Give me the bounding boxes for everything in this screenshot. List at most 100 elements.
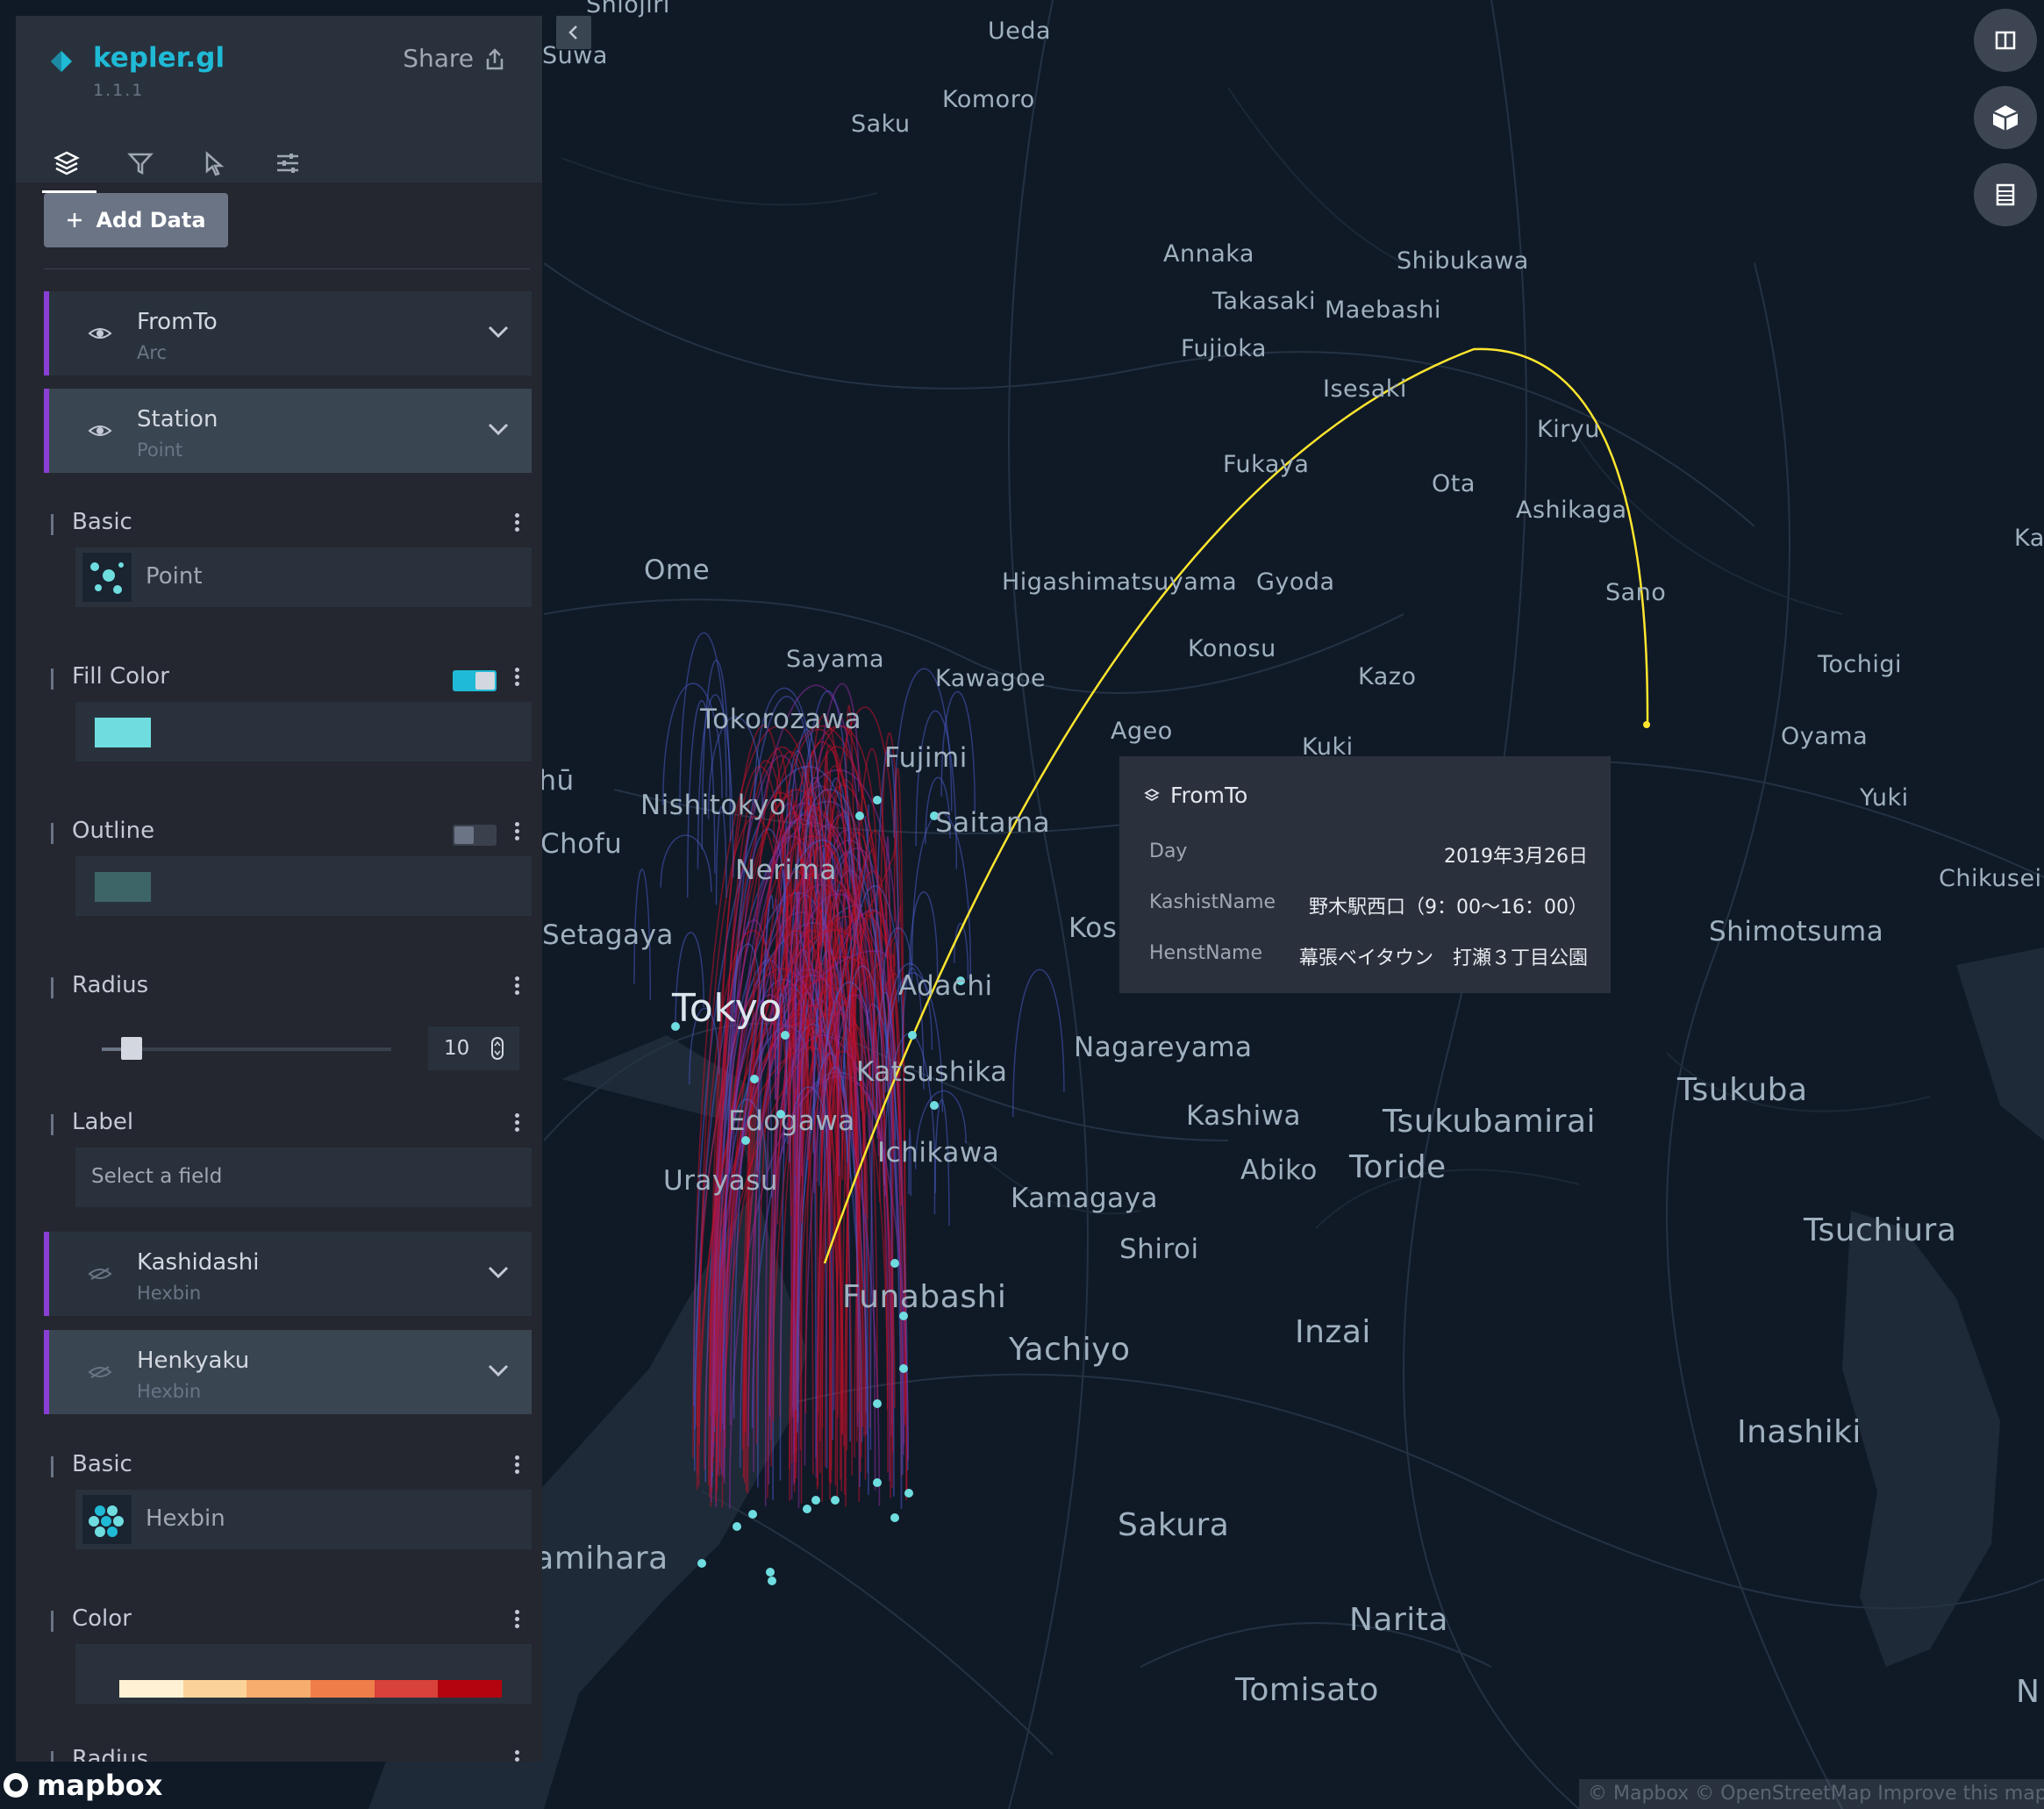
section-label: Outline: [72, 818, 155, 844]
city-label: Edogawa: [728, 1105, 855, 1137]
station-point: [873, 1478, 882, 1487]
more-options-icon[interactable]: [514, 819, 519, 846]
tab-interactions[interactable]: [189, 139, 239, 188]
city-label: Chikusei: [1939, 865, 2042, 892]
add-data-button[interactable]: Add Data: [44, 193, 228, 247]
layer-name: Station: [137, 406, 218, 433]
app-version: 1.1.1: [93, 81, 145, 100]
city-label: Kiryu: [1537, 416, 1600, 443]
stepper-icon[interactable]: [491, 1037, 504, 1060]
share-button[interactable]: Share: [403, 44, 507, 73]
tab-map-style[interactable]: [263, 139, 312, 188]
chevron-down-icon[interactable]: [486, 1263, 511, 1281]
outline-color-swatch[interactable]: [95, 872, 151, 902]
chevron-down-icon[interactable]: [486, 323, 511, 340]
collapse-sidebar-button[interactable]: [556, 16, 591, 49]
layer-panel-kashidashi[interactable]: Kashidashi Hexbin: [44, 1232, 532, 1316]
legend-button[interactable]: [1974, 163, 2037, 226]
more-options-icon[interactable]: [514, 1453, 519, 1479]
city-label: Saitama: [935, 807, 1051, 839]
palette-color: [311, 1680, 375, 1698]
city-label: Abiko: [1240, 1155, 1318, 1186]
palette-color: [247, 1680, 311, 1698]
city-label: Komoro: [942, 86, 1035, 113]
layer-panel-station[interactable]: Station Point: [44, 389, 532, 473]
more-options-icon[interactable]: [514, 974, 519, 1000]
section-label: Color: [72, 1605, 132, 1632]
city-label: Shiojiri: [586, 0, 670, 18]
section-label: Label: [72, 1109, 134, 1135]
city-label: Yuki: [1860, 784, 1909, 812]
radius-slider-track[interactable]: [102, 1048, 391, 1051]
color-palette[interactable]: [119, 1680, 503, 1698]
more-options-icon[interactable]: [514, 665, 519, 691]
more-options-icon[interactable]: [514, 1607, 519, 1634]
outline-toggle[interactable]: [453, 825, 497, 846]
share-icon: [486, 47, 504, 69]
arc: [660, 834, 712, 892]
layer-type-selector[interactable]: Point: [75, 547, 532, 607]
3d-view-button[interactable]: [1974, 86, 2037, 149]
city-label: Shibukawa: [1397, 247, 1529, 275]
tab-layers[interactable]: [42, 139, 96, 193]
fill-color-picker[interactable]: [75, 702, 532, 761]
city-label: Nishitokyo: [640, 790, 787, 821]
legend-icon: [1996, 183, 2015, 206]
station-point: [748, 1510, 757, 1519]
section-radius: Radius: [51, 972, 532, 1007]
eye-icon[interactable]: [88, 422, 112, 440]
section-label-field: Label: [51, 1109, 532, 1144]
station-point: [908, 1031, 917, 1040]
city-label: Setagaya: [542, 919, 674, 951]
eye-closed-icon[interactable]: [88, 1265, 112, 1283]
city-label: Narita: [1349, 1602, 1448, 1638]
section-label: Basic: [72, 1451, 132, 1477]
point-layer-icon: [82, 553, 132, 602]
section-label: Fill Color: [72, 663, 169, 690]
city-label: Toride: [1349, 1149, 1447, 1185]
city-label: Ueda: [988, 18, 1052, 45]
panel-header: kepler.gl 1.1.1 Share: [16, 16, 542, 193]
chevron-down-icon[interactable]: [486, 420, 511, 438]
more-options-icon[interactable]: [514, 511, 519, 537]
divider: [44, 268, 530, 269]
app-title: kepler.gl: [93, 42, 225, 74]
city-label: Adachi: [898, 970, 993, 1002]
city-label: Ashikaga: [1516, 497, 1627, 524]
map-attribution[interactable]: © Mapbox © OpenStreetMap Improve this ma…: [1579, 1779, 2044, 1809]
layer-type-selector[interactable]: Hexbin: [75, 1490, 532, 1549]
mapbox-logo[interactable]: mapbox: [2, 1769, 162, 1802]
radius-input[interactable]: 10: [428, 1026, 519, 1070]
layer-type: Hexbin: [137, 1381, 202, 1402]
city-label: Annaka: [1163, 240, 1254, 268]
city-label: Tomisato: [1235, 1672, 1379, 1708]
sliders-icon: [277, 154, 298, 173]
outline-color-picker[interactable]: [75, 856, 532, 916]
hexbin-layer-icon: [82, 1495, 132, 1544]
city-label: Kazo: [1358, 663, 1417, 690]
station-point: [697, 1559, 706, 1568]
station-point: [766, 1568, 775, 1577]
fill-color-toggle[interactable]: [453, 670, 497, 691]
station-point: [873, 1399, 882, 1408]
layer-panel-henkyaku[interactable]: Henkyaku Hexbin: [44, 1330, 532, 1414]
chevron-down-icon[interactable]: [486, 1362, 511, 1379]
split-map-button[interactable]: [1974, 9, 2037, 72]
more-options-icon[interactable]: [514, 1111, 519, 1137]
city-label: Sakura: [1118, 1507, 1230, 1543]
layer-panel-fromto[interactable]: FromTo Arc: [44, 291, 532, 375]
city-label: Urayasu: [663, 1165, 779, 1197]
radius-slider-handle[interactable]: [121, 1037, 142, 1060]
tab-filters[interactable]: [116, 139, 165, 188]
eye-closed-icon[interactable]: [88, 1363, 112, 1381]
label-field-select[interactable]: Select a field: [75, 1148, 532, 1207]
more-options-icon[interactable]: [514, 1748, 519, 1762]
split-map-icon: [1995, 31, 2016, 50]
city-label: Shimotsuma: [1709, 916, 1884, 947]
station-point: [904, 1489, 913, 1498]
palette-color: [374, 1680, 439, 1698]
city-label: Kanu: [2014, 525, 2044, 552]
eye-icon[interactable]: [88, 325, 112, 342]
tooltip-key: HenstName: [1149, 942, 1263, 964]
fill-color-swatch[interactable]: [95, 718, 151, 747]
